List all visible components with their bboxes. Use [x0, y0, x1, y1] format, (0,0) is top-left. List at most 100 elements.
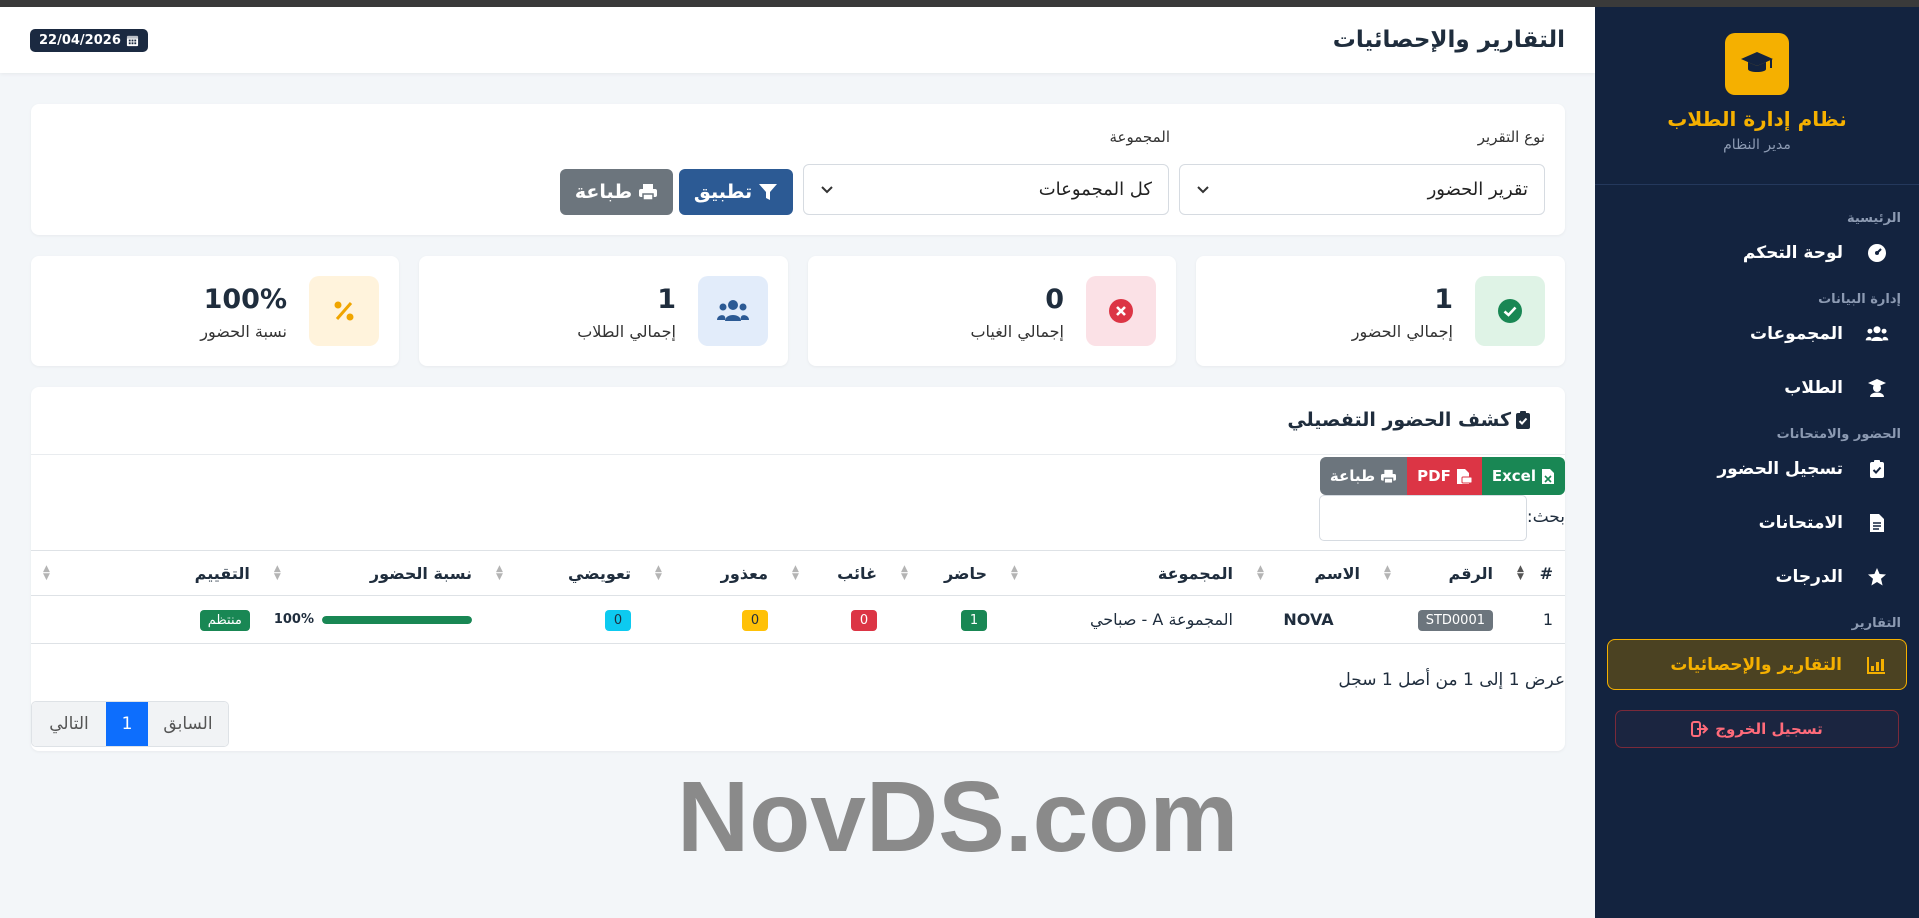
- export-buttons: Excel PDF طباعة: [1319, 457, 1565, 495]
- sidebar-item-students[interactable]: الطلاب: [1595, 361, 1919, 415]
- sidebar-item-exams[interactable]: الامتحانات: [1595, 496, 1919, 550]
- report-type-select[interactable]: تقرير الحضور: [1179, 164, 1545, 215]
- sort-icon: ▲ ▼: [792, 564, 799, 582]
- rate-text: 100%: [273, 612, 314, 627]
- table-info: عرض 1 إلى 1 من أصل 1 سجل: [1338, 670, 1565, 690]
- sidebar-item-label: المجموعات: [1750, 324, 1843, 344]
- clipboard-check-icon: [1516, 411, 1530, 429]
- column-label: المجموعة: [1157, 563, 1233, 583]
- export-excel-button[interactable]: Excel: [1481, 457, 1565, 495]
- table-card-title: كشف الحضور التفصيلي: [1287, 409, 1531, 431]
- export-print-button[interactable]: طباعة: [1319, 457, 1408, 495]
- column-header-grade[interactable]: التقييم ▲ ▼: [31, 550, 262, 596]
- stat-value: 1: [1434, 284, 1453, 315]
- brand: نظام إدارة الطلاب مدير النظام: [1595, 7, 1919, 185]
- page-title: التقارير والإحصائيات: [1332, 27, 1565, 53]
- cell-number: 1: [1505, 595, 1565, 644]
- stat-icon-box: [309, 276, 379, 346]
- column-label: غائب: [837, 563, 877, 583]
- sort-icon: ▲ ▼: [901, 564, 908, 582]
- sidebar-item-label: التقارير والإحصائيات: [1670, 654, 1842, 675]
- stat-card-total-students: 1 إجمالي الطلاب: [419, 256, 788, 366]
- logout-label: تسجيل الخروج: [1715, 720, 1823, 738]
- cell-id: STD0001: [1372, 595, 1505, 644]
- column-label: الرقم: [1448, 563, 1493, 583]
- column-header-absent[interactable]: غائب ▲ ▼: [780, 550, 889, 596]
- sort-icon: ▲ ▼: [496, 564, 503, 582]
- print-button[interactable]: طباعة: [560, 169, 673, 215]
- pagination-page-1[interactable]: 1: [106, 702, 148, 746]
- logout-button[interactable]: تسجيل الخروج: [1615, 710, 1899, 748]
- users-icon: [717, 300, 749, 321]
- search-input[interactable]: [1319, 495, 1527, 541]
- sidebar-item-label: الامتحانات: [1758, 513, 1843, 533]
- printer-icon: [1381, 469, 1397, 484]
- column-header-group[interactable]: المجموعة ▲ ▼: [999, 550, 1245, 596]
- filter-icon: [759, 184, 778, 200]
- report-type-value: تقرير الحضور: [1427, 179, 1528, 200]
- date-text: 22/04/2026: [39, 32, 121, 48]
- student-id-badge: STD0001: [1417, 609, 1493, 631]
- chart-bar-icon: [1864, 656, 1888, 674]
- column-label: التقييم: [194, 563, 250, 583]
- window-top-strip: [0, 0, 1919, 7]
- sidebar-item-grades[interactable]: الدرجات: [1595, 550, 1919, 604]
- sidebar-item-reports[interactable]: التقارير والإحصائيات: [1607, 639, 1907, 690]
- clipboard-check-icon: [1865, 459, 1889, 479]
- watermark: NovDS.com: [677, 761, 1239, 873]
- sort-icon: ▲ ▼: [1011, 564, 1018, 582]
- pagination-next[interactable]: التالي: [32, 702, 106, 746]
- brand-title: نظام إدارة الطلاب: [1667, 107, 1847, 131]
- table-card-title-text: كشف الحضور التفصيلي: [1287, 409, 1511, 431]
- report-type-label: نوع التقرير: [1477, 128, 1545, 146]
- sidebar-item-label: تسجيل الحضور: [1717, 459, 1843, 479]
- column-header-makeup[interactable]: تعويضي ▲ ▼: [484, 550, 643, 596]
- nav-section-reports: التقارير: [1851, 616, 1901, 631]
- graduation-cap-icon: [1725, 33, 1789, 95]
- sidebar-item-attendance[interactable]: تسجيل الحضور: [1595, 442, 1919, 496]
- printer-icon: [639, 184, 658, 201]
- table-header-row: # ▲ ▼ الرقم ▲ ▼ الاسم ▲ ▼ المجموعة ▲ ▼ حاضر ▲ ▼ غا…: [31, 550, 1565, 596]
- brand-subtitle: مدير النظام: [1723, 137, 1791, 153]
- sidebar-item-label: الدرجات: [1775, 567, 1843, 587]
- rate-progress-fill: [322, 615, 472, 624]
- stat-card-attendance-rate: 100% نسبة الحضور: [31, 256, 399, 366]
- stat-card-total-present: 1 إجمالي الحضور: [1196, 256, 1565, 366]
- sidebar-item-label: الطلاب: [1784, 378, 1843, 398]
- chevron-down-icon: [821, 185, 833, 193]
- nav-section-data: إدارة البيانات: [1818, 292, 1901, 307]
- cell-absent: 0: [780, 595, 889, 644]
- column-header-number[interactable]: # ▲ ▼: [1505, 550, 1565, 596]
- table-row: 1 STD0001 NOVA المجموعة A - صباحي 1 0 0 …: [31, 595, 1565, 644]
- export-pdf-button[interactable]: PDF: [1407, 457, 1482, 495]
- cell-excused: 0: [643, 595, 780, 644]
- check-circle-icon: [1498, 299, 1522, 323]
- sort-icon: ▲ ▼: [1384, 564, 1391, 582]
- attendance-detail-card: كشف الحضور التفصيلي Excel PDF طباعة بحث:…: [31, 387, 1565, 751]
- stat-label: إجمالي الحضور: [1351, 322, 1453, 341]
- users-icon: [1865, 325, 1889, 343]
- stat-value: 1: [657, 284, 676, 315]
- sidebar-item-groups[interactable]: المجموعات: [1595, 307, 1919, 361]
- column-header-id[interactable]: الرقم ▲ ▼: [1372, 550, 1505, 596]
- column-header-present[interactable]: حاضر ▲ ▼: [889, 550, 999, 596]
- group-select[interactable]: كل المجموعات: [803, 164, 1169, 215]
- pagination-prev[interactable]: السابق: [148, 702, 228, 746]
- sort-icon: ▲ ▼: [1517, 564, 1524, 582]
- cell-rate: 100%: [261, 595, 484, 644]
- column-header-excused[interactable]: معذور ▲ ▼: [643, 550, 780, 596]
- column-header-name[interactable]: الاسم ▲ ▼: [1245, 550, 1372, 596]
- print-label: طباعة: [574, 181, 633, 203]
- makeup-count-badge: 0: [605, 609, 631, 631]
- excel-file-icon: [1542, 468, 1554, 484]
- report-filter-card: نوع التقرير تقرير الحضور المجموعة كل الم…: [31, 104, 1565, 235]
- apply-button[interactable]: تطبيق: [679, 169, 793, 215]
- cell-group: المجموعة A - صباحي: [999, 595, 1245, 644]
- cell-grade: منتظم: [31, 595, 262, 644]
- star-icon: [1865, 567, 1889, 587]
- column-label: حاضر: [944, 563, 987, 583]
- column-header-rate[interactable]: نسبة الحضور ▲ ▼: [261, 550, 484, 596]
- sort-icon: ▲ ▼: [1257, 564, 1264, 582]
- group-label: المجموعة: [1109, 128, 1170, 146]
- sidebar-item-dashboard[interactable]: لوحة التحكم: [1595, 226, 1919, 280]
